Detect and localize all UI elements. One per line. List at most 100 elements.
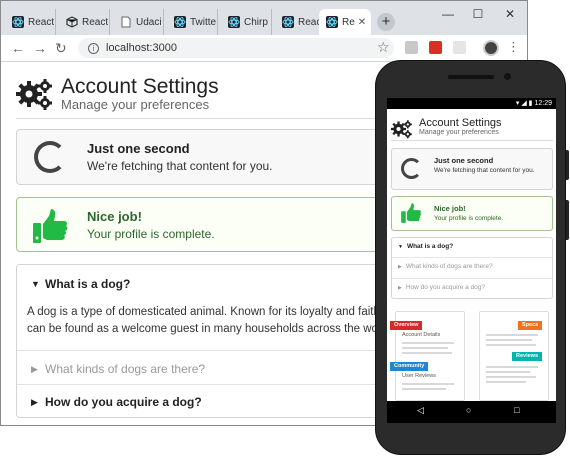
settings-gears-icon — [391, 120, 412, 139]
illustration-card-right: Specs Reviews — [479, 311, 549, 401]
tab-chirp[interactable]: Chirp — [221, 9, 272, 35]
phone-screen: ▾ ◢ ▮ 12:29 Account Settings Manage your… — [387, 98, 556, 423]
react-icon — [12, 16, 24, 28]
mobile-accordion-title: How do you acquire a dog? — [405, 284, 485, 291]
red-extension-icon[interactable] — [429, 41, 442, 54]
loading-title: Just one second — [87, 141, 190, 156]
home-circle-icon[interactable]: ○ — [466, 405, 471, 415]
tab-label: Twitte — [190, 16, 217, 28]
profile-avatar[interactable] — [483, 40, 499, 56]
success-title: Nice job! — [87, 209, 142, 224]
reviews-ribbon: Reviews — [512, 352, 543, 361]
minimize-icon[interactable]: — — [441, 7, 455, 21]
text-placeholder-line — [486, 376, 536, 378]
account-details-label: Account Details — [402, 332, 441, 338]
back-icon[interactable]: ← — [11, 40, 25, 56]
mobile-loading-title: Just one second — [434, 156, 494, 165]
text-placeholder-line — [486, 381, 526, 383]
react-icon — [282, 16, 294, 28]
caret-right-icon: ▶ — [398, 285, 402, 291]
address-bar[interactable]: i localhost:3000 — [78, 38, 394, 58]
mobile-success-message: Nice job! Your profile is complete. — [391, 196, 553, 231]
text-placeholder-line — [486, 334, 538, 336]
forward-icon[interactable]: → — [33, 40, 47, 56]
page-title: Account Settings — [61, 75, 219, 98]
close-window-icon[interactable]: ✕ — [503, 7, 517, 21]
close-tab-icon[interactable]: ✕ — [358, 17, 366, 28]
specs-ribbon: Specs — [518, 321, 543, 330]
cloud-extension-icon[interactable] — [405, 41, 418, 54]
tab-twitter[interactable]: Twitte — [167, 9, 218, 35]
mobile-success-text: Your profile is complete. — [434, 215, 504, 222]
browser-toolbar: ← → ↻ i localhost:3000 ☆ ⋮ — [1, 35, 527, 62]
mobile-accordion-divider — [392, 257, 552, 258]
tab-label: Udaci — [136, 16, 162, 28]
mobile-accordion-item[interactable]: ▶ How do you acquire a dog? — [398, 284, 485, 291]
android-nav-bar: ◁ ○ □ — [387, 401, 556, 423]
mobile-accordion-title: What is a dog? — [406, 243, 454, 250]
info-icon[interactable]: i — [88, 42, 99, 54]
success-text: Your profile is complete. — [87, 227, 215, 241]
phone-camera — [504, 73, 511, 80]
cube-icon — [66, 16, 78, 28]
tab-label: React — [28, 16, 55, 28]
menu-kebab-icon[interactable]: ⋮ — [507, 39, 520, 55]
tab-bar: React React Udaci Twitte Chirp React Re … — [1, 1, 527, 35]
maximize-icon[interactable]: ☐ — [471, 7, 485, 21]
tab-active[interactable]: Re ✕ — [319, 9, 371, 35]
text-placeholder-line — [486, 339, 532, 341]
back-triangle-icon[interactable]: ◁ — [417, 405, 424, 416]
url-text: localhost:3000 — [106, 42, 177, 54]
mobile-loading-text: We're fetching that content for you. — [434, 167, 535, 174]
page-icon — [120, 16, 132, 28]
tab-react-1[interactable]: React — [5, 9, 56, 35]
react-icon — [228, 16, 240, 28]
thumbs-up-icon — [401, 203, 422, 223]
phone-volume-button — [566, 150, 569, 180]
user-reviews-label: User Reviews — [402, 373, 436, 379]
extension-icon[interactable] — [453, 41, 466, 54]
mobile-accordion-item[interactable]: ▼ What is a dog? — [398, 243, 453, 250]
text-placeholder-line — [486, 366, 538, 368]
reload-icon[interactable]: ↻ — [55, 40, 67, 57]
recents-square-icon[interactable]: □ — [514, 405, 519, 415]
loading-spinner-icon — [401, 158, 422, 179]
text-placeholder-line — [402, 352, 452, 354]
text-placeholder-line — [402, 342, 454, 344]
react-icon — [326, 16, 338, 28]
tab-label: Re — [342, 16, 355, 28]
tab-label: Chirp — [244, 16, 268, 28]
react-icon — [174, 16, 186, 28]
caret-right-icon: ▶ — [31, 363, 38, 374]
caret-right-icon: ▶ — [31, 396, 38, 407]
overview-ribbon: Overview — [390, 321, 423, 330]
loading-text: We're fetching that content for you. — [87, 159, 273, 173]
mobile-page-title: Account Settings — [419, 117, 502, 129]
page-subtitle: Manage your preferences — [61, 97, 210, 112]
caret-down-icon: ▼ — [398, 244, 403, 250]
text-placeholder-line — [486, 371, 530, 373]
mobile-accordion-title: What kinds of dogs are there? — [405, 263, 493, 270]
phone-power-button — [566, 200, 569, 240]
text-placeholder-line — [402, 383, 454, 385]
status-time: 12:29 — [534, 100, 552, 107]
settings-gears-icon — [16, 79, 52, 110]
mobile-faq-accordion: ▼ What is a dog? ▶ What kinds of dogs are … — [391, 237, 553, 299]
bookmark-star-icon[interactable]: ☆ — [377, 39, 390, 56]
signal-icons: ▾ ◢ ▮ — [515, 100, 535, 107]
caret-down-icon: ▼ — [31, 279, 40, 289]
new-tab-button[interactable]: + — [377, 13, 395, 31]
caret-right-icon: ▶ — [398, 264, 402, 270]
phone-status-bar: ▾ ◢ ▮ 12:29 — [387, 98, 556, 109]
accordion-title: What is a dog? — [45, 277, 131, 291]
phone-mockup: ▾ ◢ ▮ 12:29 Account Settings Manage your… — [375, 60, 566, 455]
text-placeholder-line — [486, 344, 536, 346]
mobile-accordion-divider — [392, 278, 552, 279]
tab-react-2[interactable]: React — [59, 9, 110, 35]
tab-udacity[interactable]: Udaci — [113, 9, 164, 35]
text-placeholder-line — [402, 388, 446, 390]
mobile-accordion-item[interactable]: ▶ What kinds of dogs are there? — [398, 263, 493, 270]
thumbs-up-icon — [33, 209, 68, 243]
tab-label: React — [82, 16, 109, 28]
mobile-page-subtitle: Manage your preferences — [419, 129, 499, 136]
